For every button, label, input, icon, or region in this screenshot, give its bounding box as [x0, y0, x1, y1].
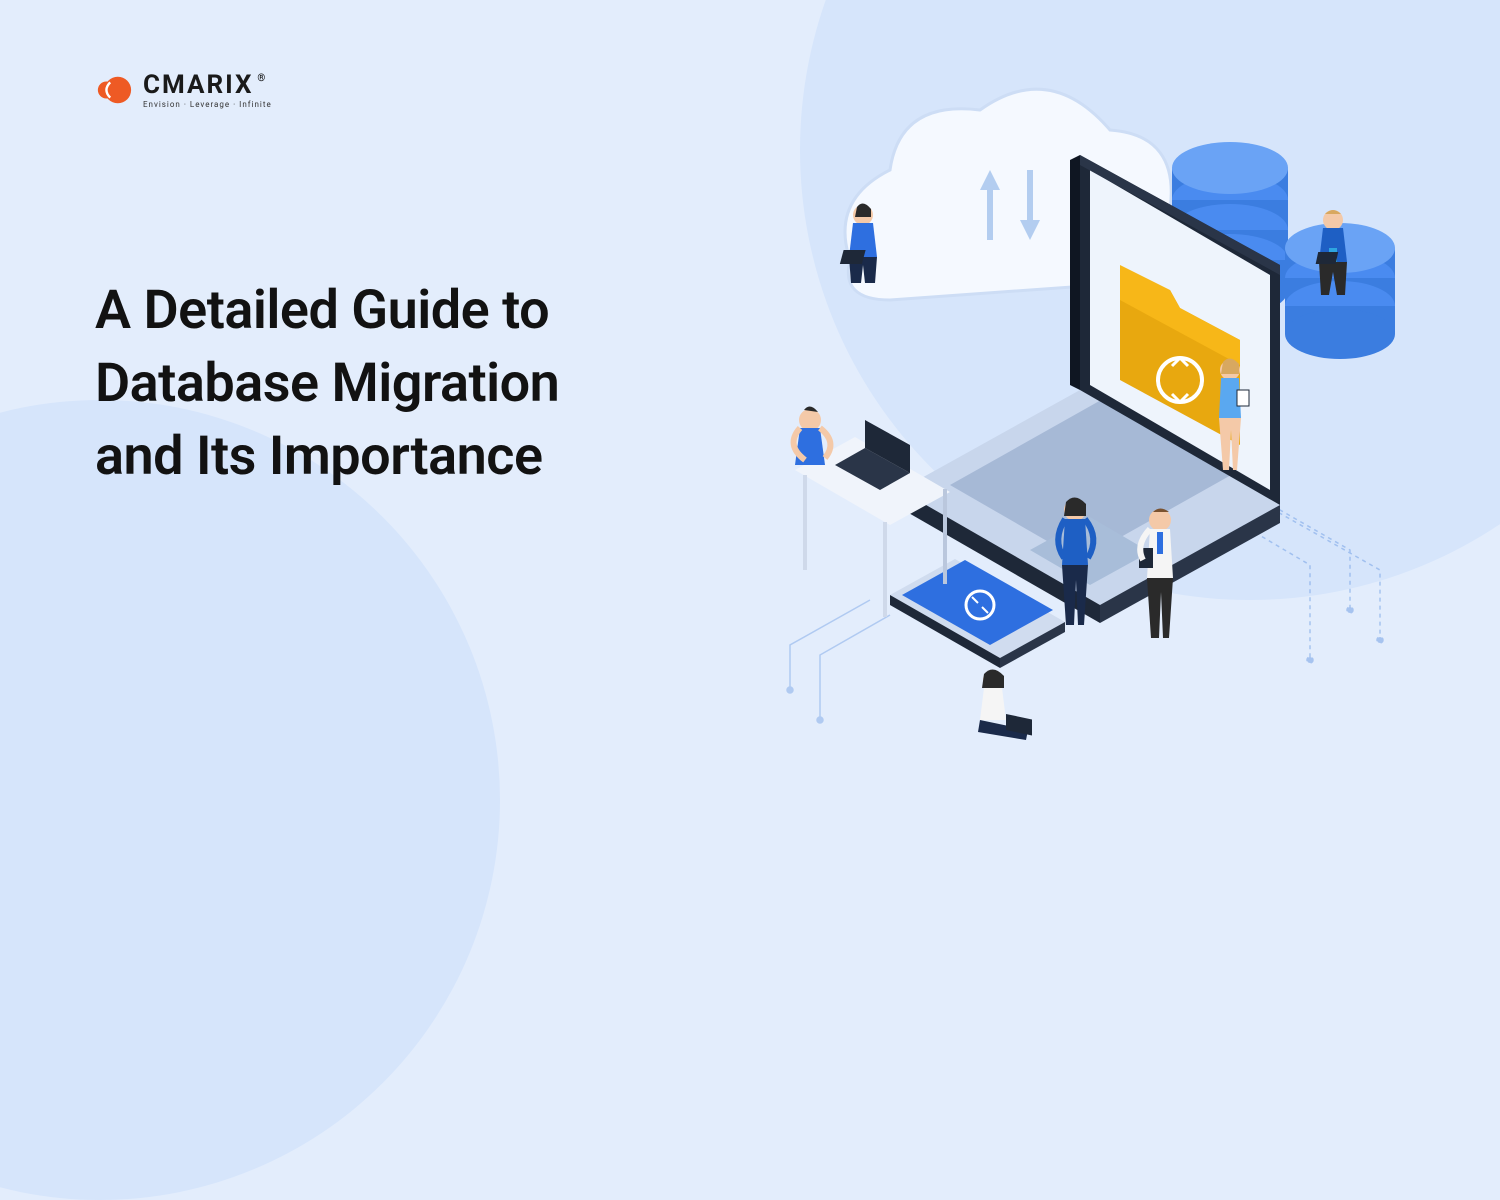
registered-mark: ® — [257, 73, 265, 84]
logo-mark-icon — [95, 71, 133, 109]
hero-illustration — [690, 40, 1440, 790]
brand-name: CMARIX — [143, 70, 253, 100]
page-title: A Detailed Guide toDatabase Migrationand… — [95, 275, 559, 494]
circuit-lines-left-icon — [787, 600, 890, 723]
person-at-desk-icon — [794, 406, 831, 465]
brand-tagline: Envision · Leverage · Infinite — [143, 100, 272, 109]
person-woman-laptop-floor-icon — [978, 669, 1032, 740]
background-blob-bottom — [0, 400, 500, 1200]
brand-logo: CMARIX ® Envision · Leverage · Infinite — [95, 70, 272, 109]
